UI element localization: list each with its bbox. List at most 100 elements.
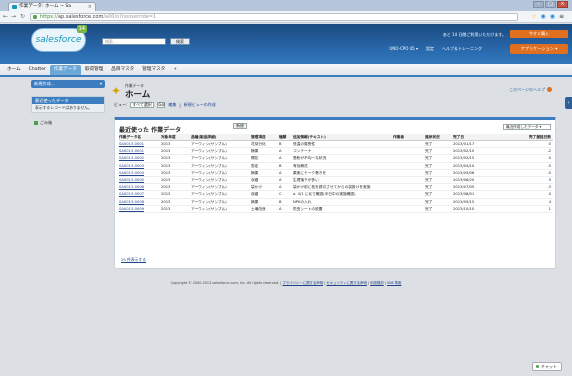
tab-management-master[interactable]: 管理マスタ [138, 65, 169, 75]
extension-icon[interactable]: ◉ [540, 14, 545, 20]
table-cell: 収穫 [251, 176, 279, 185]
window-controls: – □ × [533, 1, 568, 8]
user-menu[interactable]: UNO-CPO 45 ▾ [389, 46, 418, 52]
browser-tab[interactable]: 作業データ: ホーム ~ Sa × [8, 2, 96, 11]
sort-select[interactable]: 最近作成したデータ ▾ [503, 124, 551, 130]
table-cell: 2013/02/15 [453, 154, 501, 163]
table-row[interactable]: SA0013-0004 2013 アーウィン(サンプル) 摘果 A 果実にテーク巻きを 完了… [119, 169, 553, 178]
record-name-link[interactable]: SA0013-0007 [119, 190, 161, 199]
show-more-link[interactable]: 25 件表示する [121, 257, 146, 263]
bookmark-star-icon[interactable]: ☆ [531, 14, 536, 20]
table-cell [393, 176, 425, 185]
window-close-icon[interactable]: × [557, 1, 568, 8]
terms-link[interactable]: 利用規約 [370, 281, 384, 285]
table-cell: 2013/06/20 [453, 176, 501, 185]
table-cell [393, 140, 425, 149]
menu-icon[interactable]: ≡ [559, 14, 564, 20]
table-cell: 摘果 [251, 147, 279, 156]
table-row[interactable]: SA0013-0002 2013 アーウィン(サンプル) 開花 A 受粉が不均一な状況 完了… [119, 154, 553, 163]
recycle-bin-label: ごみ箱 [40, 120, 52, 125]
new-button[interactable]: 新規 [233, 123, 247, 129]
search-input[interactable]: 検索... [102, 38, 166, 45]
record-name-link[interactable]: SA0013-0001 [119, 147, 161, 156]
table-cell: アーウィン(サンプル) [191, 154, 251, 163]
view-create-link[interactable]: 新規ビューの作成 [184, 102, 216, 108]
buy-now-button[interactable]: 今すぐ購入 [510, 30, 568, 38]
create-new-button[interactable]: 新規作成... ▾ [31, 80, 105, 88]
back-icon[interactable]: ← [3, 13, 8, 21]
table-cell: 完了 [425, 198, 453, 206]
table-cell: アーウィン(サンプル) [191, 169, 251, 178]
trash-icon [34, 121, 38, 125]
table-cell: 袋かけ [251, 183, 279, 192]
view-link-separator: | [179, 102, 181, 108]
record-name-link[interactable]: SA0013-0002 [119, 154, 161, 163]
table-row[interactable]: SA0013-0008 2013 アーウィン(サンプル) 摘果 B NPKの入れ 完了 201… [119, 198, 553, 206]
record-name-link[interactable]: SA0013-0009 [119, 205, 161, 214]
table-row[interactable]: SA0013-0007 2013 アーウィン(サンプル) 収穫 Ca. 4/1 に北で確… [119, 190, 553, 199]
view-go-button[interactable]: Go! [157, 102, 166, 108]
help-training-link[interactable]: ヘルプ＆トレーニング [442, 46, 482, 52]
table-cell: 開花 [251, 154, 279, 163]
view-selector-row: ビュー: すべて選択 Go! 編集 | 新規ビューの作成 [114, 102, 216, 108]
record-name-link[interactable]: SA0013-0006 [119, 183, 161, 192]
sidebar-toggle-icon[interactable]: ‹ [565, 97, 572, 109]
privacy-link[interactable]: プライバシーに関する声明 [282, 281, 323, 285]
chat-button[interactable]: チャット [532, 362, 562, 371]
table-row[interactable]: SA0013-0003 2013 アーウィン(サンプル) 剪定 B 有効摘花 完了 2013/… [119, 162, 553, 170]
tab-add[interactable]: + [169, 65, 181, 75]
table-cell: 花芽分化 [251, 140, 279, 149]
table-row[interactable]: SA0013-0006 2013 アーウィン(サンプル) 袋かけ A 袋かけ前に枝を誘引さ… [119, 183, 553, 192]
salesforce-header: salesforce 14 検索... 検索 あと 14 日間ご利用いただけます… [0, 24, 572, 64]
extension-icon[interactable]: ◉ [550, 14, 555, 20]
tab-home[interactable]: ホーム [3, 65, 25, 75]
tab-item-master[interactable]: 品目マスタ [107, 65, 138, 75]
table-cell: 2013/08/01 [453, 190, 501, 199]
table-cell: 完了 [425, 183, 453, 192]
view-edit-link[interactable]: 編集 [168, 102, 176, 108]
tab-chatter[interactable]: Chatter [25, 65, 50, 75]
record-name-link[interactable]: SA0013-0004 [119, 169, 161, 178]
forward-icon[interactable]: → [11, 13, 16, 21]
table-cell: 防虫シートの設置 [293, 205, 393, 214]
view-select[interactable]: すべて選択 [130, 102, 155, 108]
table-cell: B [279, 140, 293, 149]
table-cell: a. 4/1 に北で確認(半日中の実施確認) [293, 190, 393, 199]
copyright-text: Copyright © 2000-2013 salesforce.com, in… [170, 281, 282, 285]
app-menu-button[interactable]: アプリケーション ▾ [510, 44, 568, 54]
tab-acquisition[interactable]: 取得管理 [81, 65, 107, 75]
record-name-link[interactable]: SA0013-0005 [119, 176, 161, 185]
tab-work-data[interactable]: 作業データ [49, 65, 81, 75]
table-row[interactable]: SA0013-0001 2013 アーウィン(サンプル) 花芽分化 B 低温の感受性 完了 2… [119, 140, 553, 149]
recycle-bin-link[interactable]: ごみ箱 [31, 119, 105, 127]
table-cell [393, 162, 425, 170]
setup-link[interactable]: 設定 [426, 46, 434, 52]
table-cell: 完了 [425, 140, 453, 149]
table-cell: 2013/01/17 [453, 140, 501, 149]
maximize-icon[interactable]: □ [545, 1, 556, 8]
table-cell: アーウィン(サンプル) [191, 190, 251, 199]
toolbar-icons: ☆ ◉ ◉ ≡ [531, 14, 564, 20]
table-cell: -2 [501, 147, 553, 156]
reload-icon[interactable]: ↻ [20, 13, 25, 21]
table-cell: B [279, 198, 293, 206]
table-row[interactable]: SA0013-0009 2013 アーウィン(サンプル) 土壌改良 A 防虫シートの設置 完… [119, 205, 553, 214]
table-row[interactable]: SA0013-0001 2013 アーウィン(サンプル) 摘果 A コンテーナ 完了 2013… [119, 147, 553, 156]
record-name-link[interactable]: SA0013-0003 [119, 162, 161, 170]
security-link[interactable]: セキュリティに関する声明 [326, 281, 366, 285]
help-link[interactable]: このページのヘルプ [509, 87, 552, 93]
table-cell [393, 183, 425, 192]
app-tab-bar: ホーム Chatter 作業データ 取得管理 品目マスタ 管理マスタ + [0, 64, 572, 77]
minimize-icon[interactable]: – [533, 1, 544, 8]
search-button[interactable]: 検索 [170, 38, 190, 45]
record-name-link[interactable]: SA0013-0001 [119, 140, 161, 149]
accessibility-link[interactable]: 508 準拠 [387, 281, 401, 285]
salesforce-logo[interactable]: salesforce 14 [31, 25, 87, 52]
record-name-link[interactable]: SA0013-0008 [119, 198, 161, 206]
table-row[interactable]: SA0013-0005 2013 アーウィン(サンプル) 収穫 A 生理落下が多い 完了 20… [119, 176, 553, 185]
release-badge: 14 [76, 25, 87, 33]
table-cell: アーウィン(サンプル) [191, 140, 251, 149]
create-new-label: 新規作成... [34, 81, 55, 86]
close-tab-icon[interactable]: × [88, 3, 92, 11]
url-field[interactable]: https://ap.salesforce.com/a00/o?nooverri… [30, 13, 518, 21]
